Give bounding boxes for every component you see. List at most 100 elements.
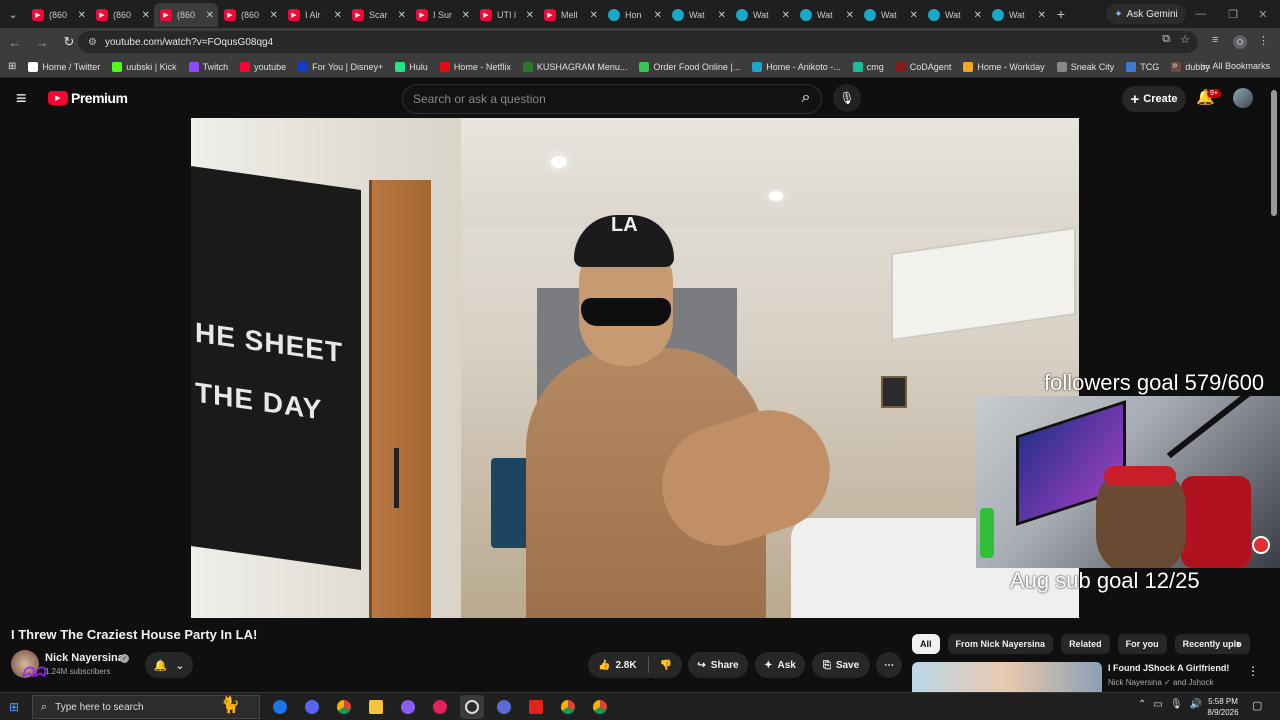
save-button[interactable]: ⎘ Save (812, 652, 870, 678)
bookmark-item[interactable]: Hulu (395, 61, 428, 72)
more-actions-button[interactable]: ⋯ (876, 652, 902, 678)
browser-tab[interactable]: ▶ UTI l ✕ (474, 3, 538, 27)
close-window-icon[interactable]: ✕ (1246, 0, 1280, 28)
voice-search-icon[interactable]: 🎙 (833, 84, 861, 112)
close-tab-icon[interactable]: ✕ (78, 10, 86, 21)
microphone-icon[interactable]: 🎙 (1170, 699, 1183, 710)
discord-icon[interactable] (300, 695, 324, 719)
close-tab-icon[interactable]: ✕ (398, 10, 406, 21)
close-tab-icon[interactable]: ✕ (1038, 10, 1046, 21)
browser-tab[interactable]: Wat ✕ (666, 3, 730, 27)
video-player[interactable]: HE SHEET THE DAY LA (191, 118, 1079, 618)
page-scrollbar[interactable] (1271, 90, 1277, 216)
bookmark-item[interactable]: Home - Netflix (439, 61, 511, 72)
notification-center-icon[interactable]: ▢ (1252, 699, 1262, 712)
youtube-logo[interactable]: ▶ Premium (48, 90, 128, 106)
game-controller-icon[interactable] (396, 695, 420, 719)
chevron-right-icon[interactable]: › (1236, 636, 1240, 651)
browser-tab[interactable]: ▶ (860 ✕ (90, 3, 154, 27)
bookmark-item[interactable]: Order Food Online |... (639, 61, 740, 72)
close-tab-icon[interactable]: ✕ (974, 10, 982, 21)
create-button[interactable]: + Create (1122, 86, 1186, 112)
close-tab-icon[interactable]: ✕ (334, 10, 342, 21)
bookmark-item[interactable]: Home - Anikoto -... (752, 61, 841, 72)
back-icon[interactable]: ← (3, 30, 27, 54)
bookmark-item[interactable]: TCG (1126, 61, 1159, 72)
menu-icon[interactable]: ≡ (16, 88, 27, 109)
edge-browser-icon[interactable] (268, 695, 292, 719)
close-tab-icon[interactable]: ✕ (206, 10, 214, 21)
close-tab-icon[interactable]: ✕ (270, 10, 278, 21)
ask-button[interactable]: ✦ Ask (755, 652, 805, 678)
app-circle-icon[interactable] (492, 695, 516, 719)
bookmark-star-icon[interactable]: ☆ (1180, 33, 1190, 46)
new-tab-icon[interactable]: + (1050, 6, 1072, 22)
recommended-more-icon[interactable]: ⋮ (1247, 664, 1259, 678)
browser-tab[interactable]: ▶ I Sur ✕ (410, 3, 474, 27)
apps-grid-icon[interactable]: ⊞ (8, 61, 16, 72)
search-highlight-cat-icon[interactable]: 🐈 (220, 695, 240, 715)
browser-tab[interactable]: ▶ (860 ✕ (26, 3, 90, 27)
install-app-icon[interactable]: ⧉ (1162, 33, 1170, 46)
close-tab-icon[interactable]: ✕ (526, 10, 534, 21)
browser-tab[interactable]: ▶ Scar ✕ (346, 3, 410, 27)
browser-tab[interactable]: ▶ (860 ✕ (218, 3, 282, 27)
forward-icon[interactable]: → (30, 30, 54, 54)
bookmark-item[interactable]: uubski | Kick (112, 61, 177, 72)
reading-list-icon[interactable]: ≡ (1212, 34, 1218, 46)
browser-tab[interactable]: Wat ✕ (922, 3, 986, 27)
taskbar-clock[interactable]: 5:58 PM 8/9/2026 (1200, 696, 1246, 718)
windows-start-icon[interactable]: ⊞ (9, 700, 19, 714)
ask-gemini-button[interactable]: ✦ Ask Gemini (1106, 4, 1186, 24)
site-info-icon[interactable]: ⚙ (88, 37, 97, 48)
tray-overflow-icon[interactable]: ⌃ (1138, 699, 1146, 710)
search-input[interactable]: Search or ask a question (402, 84, 822, 114)
browser-tab[interactable]: Wat ✕ (858, 3, 922, 27)
bookmark-item[interactable]: Twitch (188, 61, 228, 72)
tab-search-icon[interactable]: ⌄ (0, 0, 26, 28)
all-bookmarks-button[interactable]: ▭ All Bookmarks (1202, 61, 1270, 72)
bookmark-item[interactable]: Home / Twitter (28, 61, 100, 72)
search-icon[interactable]: ⌕ (792, 84, 820, 112)
filter-chip[interactable]: From Nick Nayersina (947, 634, 1054, 654)
maximize-icon[interactable]: ❐ (1216, 0, 1250, 28)
close-tab-icon[interactable]: ✕ (142, 10, 150, 21)
filter-chip[interactable]: For you (1117, 634, 1167, 654)
bookmarks-overflow-icon[interactable]: » (1172, 60, 1178, 71)
close-tab-icon[interactable]: ✕ (590, 10, 598, 21)
dislike-button[interactable]: 👎 (660, 660, 672, 671)
bookmark-item[interactable]: Home - Workday (963, 61, 1045, 72)
close-tab-icon[interactable]: ✕ (718, 10, 726, 21)
file-explorer-icon[interactable] (364, 695, 388, 719)
browser-tab[interactable]: Wat ✕ (986, 3, 1050, 27)
close-tab-icon[interactable]: ✕ (654, 10, 662, 21)
subscription-bell-button[interactable]: 🔔 ⌄ (145, 652, 193, 678)
bookmark-item[interactable]: youtube (240, 61, 286, 72)
media-player-icon[interactable] (428, 695, 452, 719)
bookmark-item[interactable]: cmg (852, 61, 884, 72)
network-icon[interactable]: ▭ (1153, 699, 1162, 710)
profile-avatar[interactable]: O (1233, 35, 1247, 49)
bookmark-item[interactable]: CoDAgent (895, 61, 951, 72)
bookmark-item[interactable]: KUSHAGRAM Menu... (522, 61, 627, 72)
filter-chip[interactable]: All (912, 634, 940, 654)
share-button[interactable]: ↪ Share (688, 652, 748, 678)
recommended-video-title[interactable]: I Found JShock A Girlfriend! (1108, 663, 1229, 673)
like-button[interactable]: 👍 2.8K (598, 660, 637, 671)
close-tab-icon[interactable]: ✕ (910, 10, 918, 21)
chrome-icon[interactable] (556, 695, 580, 719)
browser-tab[interactable]: Hon ✕ (602, 3, 666, 27)
close-tab-icon[interactable]: ✕ (846, 10, 854, 21)
browser-tab[interactable]: Wat ✕ (730, 3, 794, 27)
bookmark-item[interactable]: Sneak City (1056, 61, 1114, 72)
close-tab-icon[interactable]: ✕ (782, 10, 790, 21)
recommended-video-thumbnail[interactable] (912, 662, 1102, 692)
obs-studio-icon[interactable] (460, 695, 484, 719)
adobe-app-icon[interactable] (524, 695, 548, 719)
bookmark-item[interactable]: For You | Disney+ (298, 61, 383, 72)
channel-name[interactable]: Nick Nayersina (45, 652, 124, 664)
browser-tab[interactable]: Wat ✕ (794, 3, 858, 27)
browser-menu-icon[interactable]: ⋮ (1258, 34, 1269, 47)
browser-tab[interactable]: ▶ I Alr ✕ (282, 3, 346, 27)
filter-chip[interactable]: Related (1061, 634, 1110, 654)
